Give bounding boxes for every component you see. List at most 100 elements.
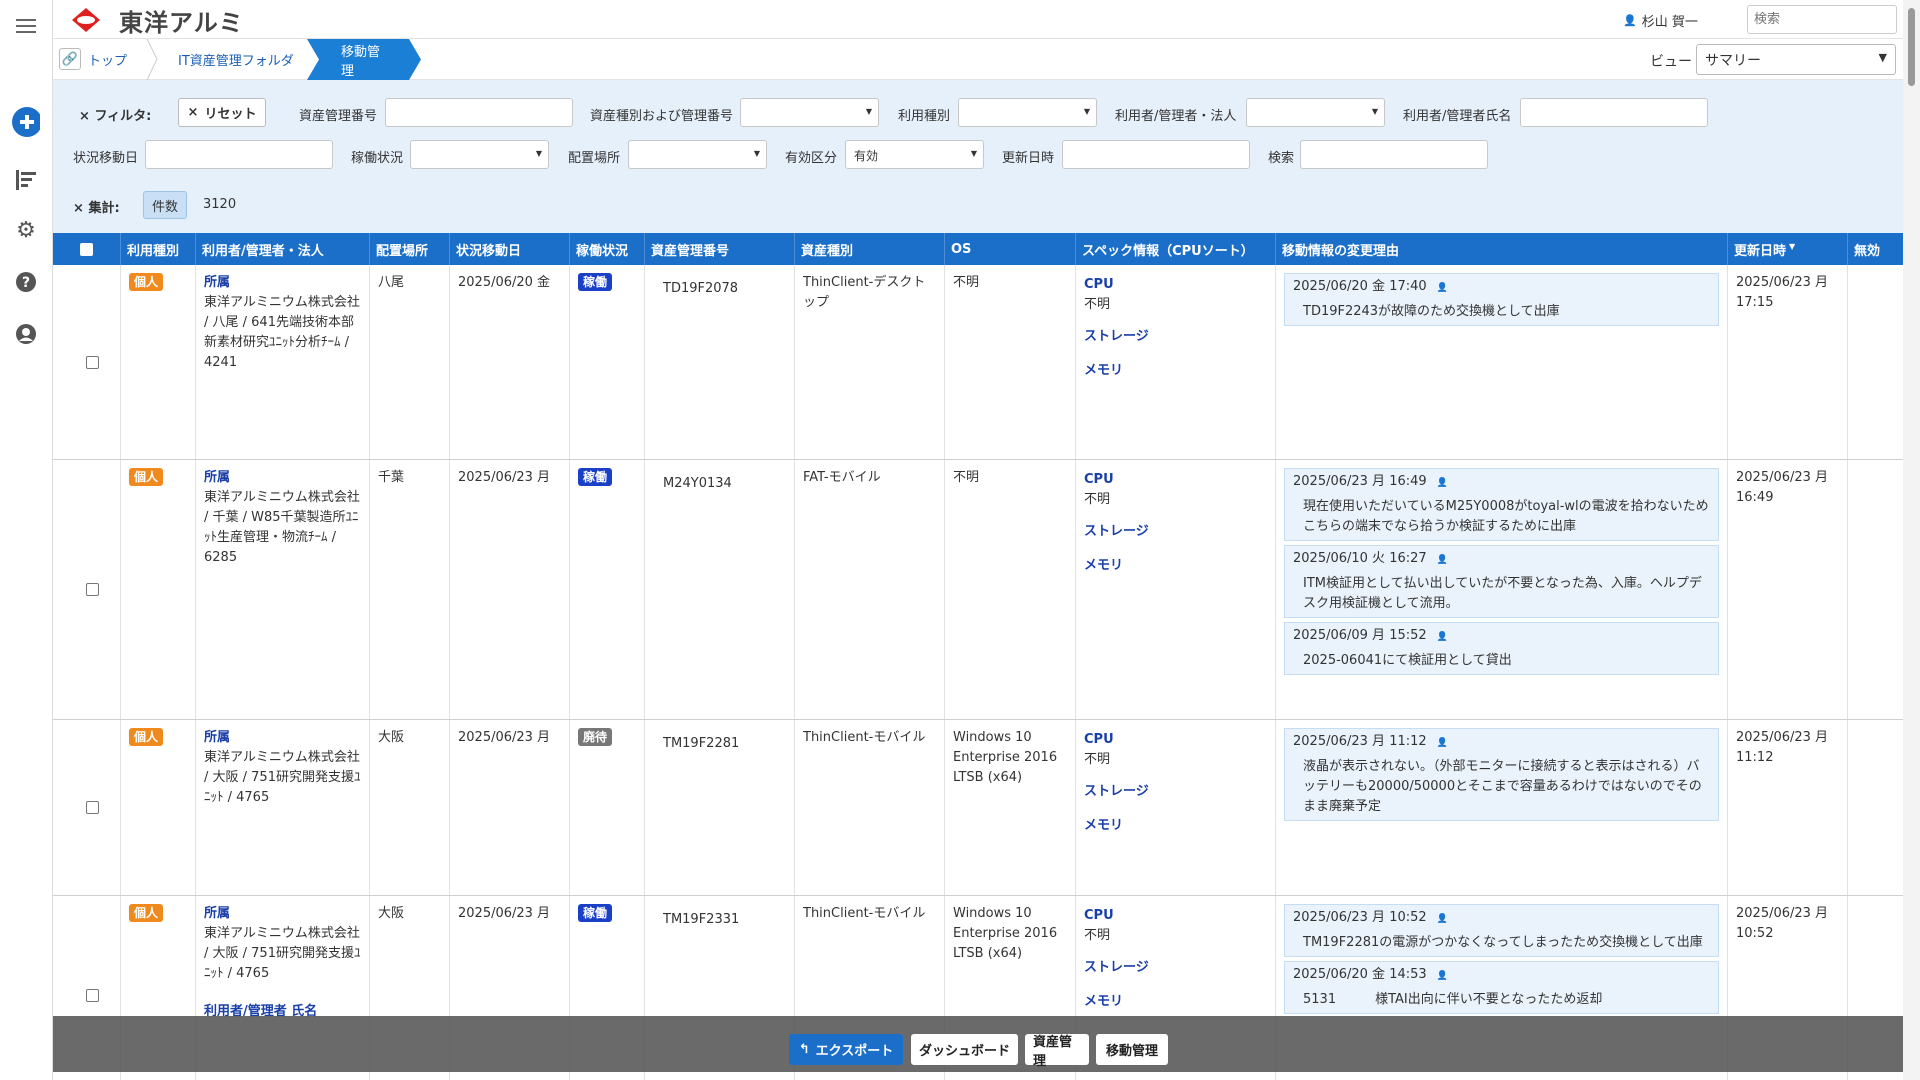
spec-memory-label[interactable]: メモリ xyxy=(1084,816,1267,836)
user-corp-select[interactable] xyxy=(1246,98,1385,127)
operation-cell: 稼働 xyxy=(570,460,645,719)
row-checkbox[interactable] xyxy=(86,355,99,369)
usage-label: 利用種別 xyxy=(898,109,951,124)
col-move-reason[interactable]: 移動情報の変更理由 xyxy=(1276,233,1728,265)
status-badge: 稼働 xyxy=(578,468,613,486)
reset-button[interactable]: × リセット xyxy=(178,98,266,127)
asset-no-label: 資産管理番号 xyxy=(299,109,378,124)
breadcrumb-move-management[interactable]: 移動管理 xyxy=(307,39,421,80)
col-location[interactable]: 配置場所 xyxy=(370,233,450,265)
validity-select[interactable]: 有効 xyxy=(845,140,984,169)
row-checkbox[interactable] xyxy=(86,801,99,814)
close-icon[interactable]: × xyxy=(73,201,84,216)
spec-cpu-label[interactable]: CPU xyxy=(1084,470,1267,490)
updated-input[interactable] xyxy=(1062,140,1250,169)
dashboard-button[interactable]: ダッシュボード xyxy=(911,1034,1018,1065)
col-asset-type[interactable]: 資産種別 xyxy=(795,233,945,265)
user-name-input[interactable] xyxy=(1520,98,1708,127)
history-entry: 2025/06/10 火 16:27 👤 ITM検証用として払い出していたが不要とな… xyxy=(1284,545,1719,618)
updated-cell: 2025/06/23 月 11:12 xyxy=(1728,720,1848,895)
affiliation-link[interactable]: 所属 xyxy=(204,728,361,748)
spec-memory-label[interactable]: メモリ xyxy=(1084,992,1267,1012)
scrollbar-thumb[interactable] xyxy=(1908,8,1915,86)
table-row[interactable]: 個人 所属 東洋アルミニウム株式会社 / 八尾 / 641先端技術本部新素材研究ﾕﾆ… xyxy=(53,265,1903,460)
export-label: エクスポート xyxy=(815,1044,894,1059)
spec-storage-label[interactable]: ストレージ xyxy=(1084,782,1267,802)
spec-storage-label[interactable]: ストレージ xyxy=(1084,327,1267,347)
col-move-date[interactable]: 状況移動日 xyxy=(450,233,570,265)
row-select-cell xyxy=(53,460,121,719)
col-asset-no[interactable]: 資産管理番号 xyxy=(645,233,795,265)
gear-icon[interactable]: ⚙ xyxy=(12,216,40,244)
location-select[interactable] xyxy=(628,140,767,169)
breadcrumb-separator xyxy=(146,39,158,80)
usage-badge: 個人 xyxy=(129,273,164,291)
col-invalid[interactable]: 無効 xyxy=(1848,233,1903,265)
col-operation[interactable]: 稼働状況 xyxy=(570,233,645,265)
move-date-cell: 2025/06/23 月 xyxy=(450,460,570,719)
move-date-input[interactable] xyxy=(145,140,333,169)
affiliation-link[interactable]: 所属 xyxy=(204,468,361,488)
breadcrumb-top[interactable]: トップ xyxy=(88,39,127,80)
affiliation-link[interactable]: 所属 xyxy=(204,273,361,293)
spec-cpu-label[interactable]: CPU xyxy=(1084,730,1267,750)
spec-cpu-label[interactable]: CPU xyxy=(1084,906,1267,926)
invalid-cell xyxy=(1848,265,1903,459)
col-os[interactable]: OS xyxy=(945,233,1076,265)
spec-memory-label[interactable]: メモリ xyxy=(1084,361,1267,381)
asset-no-input[interactable] xyxy=(385,98,573,127)
view-select-value: サマリー xyxy=(1705,53,1761,69)
col-user-corp[interactable]: 利用者/管理者・法人 xyxy=(196,233,370,265)
spec-cpu-label[interactable]: CPU xyxy=(1084,275,1267,295)
col-usage[interactable]: 利用種別 xyxy=(121,233,196,265)
table-row[interactable]: 個人 所属 東洋アルミニウム株式会社 / 大阪 / 751研究開発支援ﾕﾆｯﾄ / … xyxy=(53,720,1903,896)
usage-cell: 個人 xyxy=(121,460,196,719)
close-icon[interactable]: × xyxy=(79,109,90,124)
view-select[interactable]: サマリー ▼ xyxy=(1696,44,1896,75)
pin-icon[interactable]: 🔗 xyxy=(59,48,81,70)
type-and-no-select[interactable] xyxy=(740,98,879,127)
list-sort-icon[interactable] xyxy=(12,166,40,194)
row-checkbox[interactable] xyxy=(86,583,99,596)
breadcrumb-it-folder[interactable]: IT資産管理フォルダ xyxy=(178,39,294,80)
history-entry: 2025/06/09 月 15:52 👤 2025-06041にて検証用として貸出 xyxy=(1284,622,1719,675)
export-icon: ↰ xyxy=(798,1042,810,1057)
user-info[interactable]: 👤 杉山 賀一 xyxy=(1623,11,1698,30)
user-account-icon[interactable] xyxy=(12,320,40,348)
select-all-checkbox[interactable] xyxy=(80,242,93,256)
history-text: 2025-06041にて検証用として貸出 xyxy=(1303,653,1512,668)
help-icon[interactable]: ? xyxy=(12,268,40,296)
export-button[interactable]: ↰ エクスポート xyxy=(789,1034,903,1065)
asset-move-table: 利用種別 利用者/管理者・法人 配置場所 状況移動日 稼働状況 資産管理番号 資… xyxy=(53,233,1903,1080)
table-row[interactable]: 個人 所属 東洋アルミニウム株式会社 / 千葉 / W85千葉製造所ﾕﾆｯﾄ生産管理… xyxy=(53,460,1903,720)
asset-type-cell: ThinClient-モバイル xyxy=(795,720,945,895)
col-spec[interactable]: スペック情報（CPUソート） xyxy=(1076,233,1276,265)
table-header: 利用種別 利用者/管理者・法人 配置場所 状況移動日 稼働状況 資産管理番号 資… xyxy=(53,233,1903,265)
type-and-no-label: 資産種別および管理番号 xyxy=(590,109,734,124)
asset-management-button[interactable]: 資産管理 xyxy=(1025,1034,1089,1069)
invalid-cell xyxy=(1848,720,1903,895)
usage-badge: 個人 xyxy=(129,728,164,746)
spec-cpu-value: 不明 xyxy=(1084,492,1111,507)
hamburger-menu-icon[interactable] xyxy=(12,12,40,40)
row-select-cell xyxy=(53,265,121,459)
spec-cell: CPU 不明 ストレージ メモリ xyxy=(1076,265,1276,459)
row-checkbox[interactable] xyxy=(86,989,99,1002)
history-text: 液晶が表示されない。（外部モニターに接続すると表示はされる）バッテリーも2000… xyxy=(1303,759,1702,814)
search-input[interactable] xyxy=(1300,140,1488,169)
move-management-button[interactable]: 移動管理 xyxy=(1096,1034,1168,1065)
spec-memory-label[interactable]: メモリ xyxy=(1084,556,1267,576)
affiliation-link[interactable]: 所属 xyxy=(204,904,361,924)
global-search-input[interactable] xyxy=(1747,5,1897,34)
spec-storage-label[interactable]: ストレージ xyxy=(1084,522,1267,542)
operation-select[interactable] xyxy=(410,140,549,169)
count-chip[interactable]: 件数 xyxy=(143,191,187,219)
updated-label: 更新日時 xyxy=(1002,151,1055,166)
usage-badge: 個人 xyxy=(129,468,164,486)
spec-storage-label[interactable]: ストレージ xyxy=(1084,958,1267,978)
col-updated[interactable]: 更新日時 ▼ xyxy=(1728,233,1848,265)
vertical-scrollbar[interactable] xyxy=(1903,0,1920,1080)
usage-select[interactable] xyxy=(958,98,1097,127)
asset-type-cell: ThinClient-デスクトップ xyxy=(795,265,945,459)
add-icon[interactable] xyxy=(12,107,40,137)
